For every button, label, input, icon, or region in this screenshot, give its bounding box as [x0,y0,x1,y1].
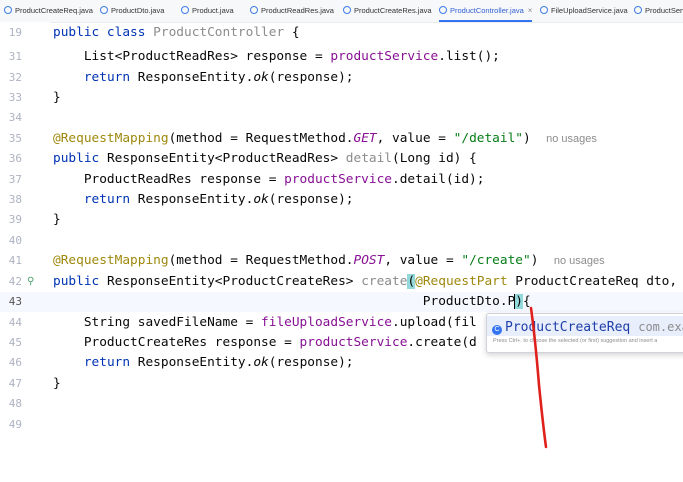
endpoint-gutter-icon[interactable]: ⚲ [27,272,34,292]
code-line[interactable]: 41 @RequestMapping(method = RequestMethod… [0,251,683,271]
tab-productservice[interactable]: ProductServi [634,0,683,22]
completion-popup: CProductCreateReq com.exa Press Ctrl+. to… [486,313,683,353]
tab-fileuploadservice[interactable]: FileUploadService.java [540,0,628,22]
code-line[interactable]: 38 return ResponseEntity.ok(response); [0,190,683,210]
code-line[interactable]: 37 ProductReadRes response = productServ… [0,170,683,190]
code-line[interactable]: 36 public ResponseEntity<ProductReadRes> … [0,149,683,169]
class-file-icon [250,6,258,14]
code-line[interactable]: 35 @RequestMapping(method = RequestMethod… [0,129,683,149]
code-line[interactable]: 31 List<ProductReadRes> response = produ… [0,47,683,67]
close-icon[interactable]: × [528,6,533,15]
code-line[interactable]: 39} [0,210,683,230]
code-line[interactable]: 33} [0,88,683,108]
tab-productdto[interactable]: ProductDto.java [100,0,164,22]
code-line[interactable]: 48 [0,394,683,414]
completion-hint-footer: Press Ctrl+. to choose the selected (or … [493,338,658,344]
class-file-icon [634,6,642,14]
usages-hint[interactable]: no usages [546,133,597,145]
tab-productcontroller[interactable]: ProductController.java × [439,0,533,22]
code-line[interactable]: 49 [0,415,683,435]
completion-item-package: com.exa [638,320,683,334]
completion-item[interactable]: CProductCreateReq com.exa [487,316,683,336]
code-line[interactable]: 47} [0,374,683,394]
code-line[interactable]: 32 return ResponseEntity.ok(response); [0,68,683,88]
code-line[interactable]: 40 [0,231,683,251]
code-line[interactable]: 34 [0,108,683,128]
code-line-current[interactable]: 43 ProductDto.P){ [0,292,683,313]
tab-productcreateres[interactable]: ProductCreateRes.java [343,0,432,22]
editor-tab-bar: ProductCreateReq.java ProductDto.java Pr… [0,0,683,23]
code-line[interactable]: 19 public class ProductController { [0,23,683,43]
tab-productreadres[interactable]: ProductReadRes.java [250,0,334,22]
class-icon: C [492,325,502,335]
code-line[interactable]: 42 ⚲ public ResponseEntity<ProductCreateRe… [0,272,683,292]
class-file-icon [343,6,351,14]
class-file-icon [439,6,447,14]
completion-item-name: ProductCreateReq [505,320,631,335]
class-file-icon [4,6,12,14]
interface-file-icon [540,6,548,14]
tab-productcreatereq[interactable]: ProductCreateReq.java [4,0,93,22]
class-file-icon [181,6,189,14]
usages-hint[interactable]: no usages [554,255,605,267]
class-file-icon [100,6,108,14]
tab-product[interactable]: Product.java [181,0,234,22]
code-line[interactable]: 46 return ResponseEntity.ok(response); [0,353,683,373]
